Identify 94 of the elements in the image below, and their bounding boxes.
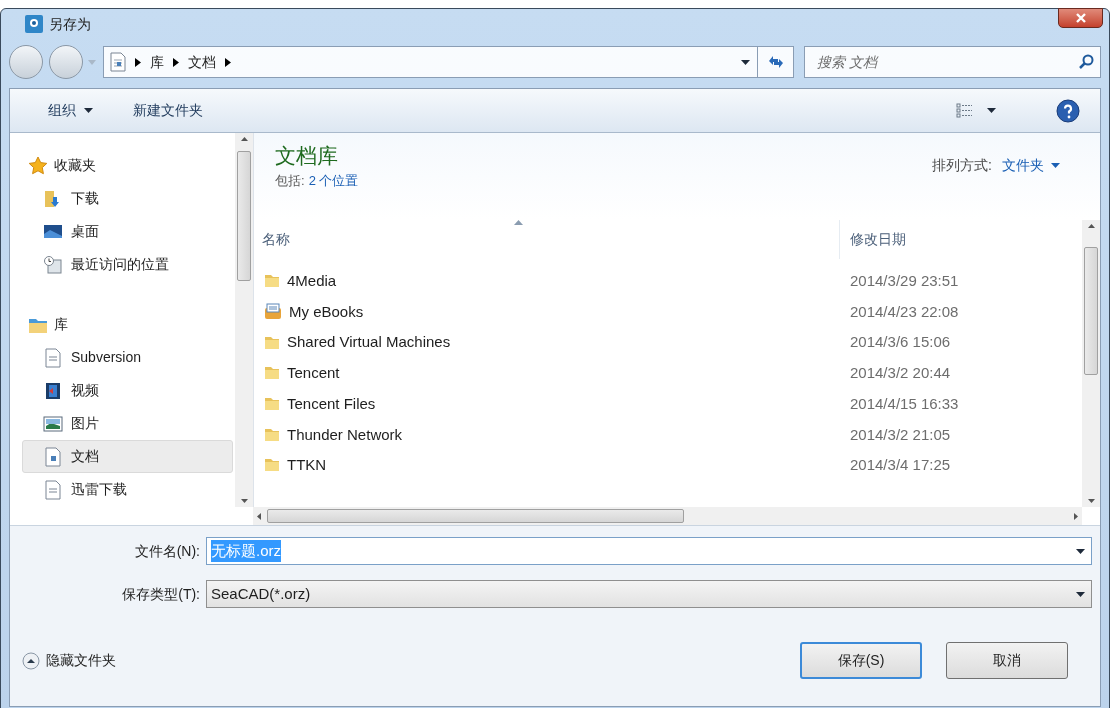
caret-icon <box>740 59 750 65</box>
file-date: 2014/3/2 20:44 <box>849 363 951 384</box>
scroll-up-icon <box>240 137 248 141</box>
scroll-down-icon <box>240 499 248 503</box>
help-icon <box>1056 98 1080 123</box>
sidebar-item[interactable]: 桌面 <box>22 215 233 248</box>
caret-icon <box>1076 548 1085 554</box>
field-label: 文件名(N): <box>133 541 201 561</box>
star-icon <box>28 155 48 176</box>
dialog-button[interactable]: 取消 <box>946 642 1068 679</box>
file-row[interactable]: Shared Virtual Machines 2014/3/6 15:06 <box>254 327 1082 359</box>
address-bar[interactable]: 库 文档 <box>103 46 794 78</box>
file-type-dropdown[interactable]: SeaCAD(*.orz) <box>206 580 1092 608</box>
scroll-thumb[interactable] <box>237 151 251 281</box>
sidebar-item[interactable]: 最近访问的位置 <box>22 248 233 281</box>
picture-frame-icon <box>43 413 63 434</box>
refresh-icon <box>766 54 785 70</box>
hide-folders-toggle[interactable]: 隐藏文件夹 <box>22 650 116 671</box>
sidebar-item[interactable]: 下载 <box>22 182 233 215</box>
scroll-up-icon <box>1087 224 1095 228</box>
file-name: TTKN <box>287 455 327 476</box>
file-row[interactable]: TTKN 2014/3/4 17:25 <box>254 450 1082 481</box>
column-header[interactable]: 修改日期 <box>840 220 1082 259</box>
arrange-label: 排列方式: <box>932 156 992 175</box>
file-date: 2014/4/23 22:08 <box>849 301 959 322</box>
chevron-icon <box>135 57 141 67</box>
file-row[interactable]: My eBooks 2014/4/23 22:08 <box>254 296 1082 328</box>
library-icon <box>264 303 282 322</box>
forward-button[interactable] <box>49 45 83 79</box>
back-button[interactable] <box>9 45 43 79</box>
sidebar-item[interactable]: 文档 <box>22 440 233 473</box>
close-button[interactable] <box>1058 8 1103 28</box>
close-icon <box>1075 13 1086 23</box>
sidebar-item[interactable]: Subversion <box>22 341 233 374</box>
file-row[interactable]: 4Media 2014/3/29 23:51 <box>254 266 1082 297</box>
film-icon <box>43 380 63 401</box>
locations-link[interactable]: 2 个位置 <box>308 171 359 191</box>
field-label: 保存类型(T): <box>121 584 201 604</box>
caret-icon <box>1051 163 1060 168</box>
includes-label: 包括: <box>275 172 305 190</box>
file-name: Thunder Network <box>287 424 403 445</box>
toolbar-button[interactable]: 组织 <box>48 100 93 121</box>
file-date: 2014/4/15 16:33 <box>849 393 959 414</box>
file-name: Tencent Files <box>287 393 376 414</box>
scroll-down-icon <box>1087 499 1095 503</box>
search-icon <box>1078 54 1094 70</box>
file-row[interactable]: Tencent 2014/3/2 20:44 <box>254 358 1082 389</box>
file-name: My eBooks <box>289 301 364 322</box>
scroll-thumb[interactable] <box>267 509 684 523</box>
sort-arrow-icon <box>514 220 523 225</box>
caret-icon <box>1076 591 1085 597</box>
history-caret-icon <box>88 59 96 65</box>
sidebar-group[interactable]: 库 <box>22 308 233 341</box>
scrollbar[interactable] <box>1082 220 1100 507</box>
toolbar-button[interactable]: 新建文件夹 <box>133 100 203 121</box>
sidebar-item[interactable]: 迅雷下载 <box>22 473 233 506</box>
scrollbar[interactable] <box>253 507 1082 525</box>
chevron-icon <box>173 57 179 67</box>
file-name: Tencent <box>287 363 340 384</box>
dialog-button[interactable]: 保存(S) <box>800 642 922 679</box>
scroll-thumb[interactable] <box>1084 247 1098 375</box>
document-icon <box>110 52 126 72</box>
window-title: 另存为 <box>49 14 91 34</box>
file-date: 2014/3/6 15:06 <box>849 332 951 353</box>
file-name: 4Media <box>287 271 337 292</box>
document-icon <box>43 479 63 500</box>
scroll-right-icon <box>1074 512 1078 520</box>
chevron-icon <box>225 57 231 67</box>
breadcrumb-item[interactable]: 文档 <box>188 51 216 73</box>
recent-places-icon <box>43 254 63 275</box>
column-header[interactable]: 名称 <box>254 220 840 259</box>
search-field[interactable]: 搜索 文档 <box>804 46 1101 78</box>
caret-icon <box>987 108 996 113</box>
details-view-icon <box>956 102 973 119</box>
file-name: Shared Virtual Machines <box>287 332 451 353</box>
document-icon <box>43 446 63 467</box>
scrollbar[interactable] <box>235 133 253 507</box>
file-row[interactable]: Thunder Network 2014/3/2 21:05 <box>254 419 1082 451</box>
breadcrumb-item[interactable]: 库 <box>150 51 164 73</box>
view-button[interactable] <box>956 102 996 119</box>
file-date: 2014/3/29 23:51 <box>849 271 959 292</box>
sidebar-item[interactable]: 图片 <box>22 407 233 440</box>
sidebar-group[interactable]: 收藏夹 <box>22 149 233 182</box>
document-icon <box>43 347 63 368</box>
collapse-icon <box>22 651 40 670</box>
library-title: 文档库 <box>275 143 339 169</box>
file-row[interactable]: Tencent Files 2014/4/15 16:33 <box>254 388 1082 420</box>
sidebar-item[interactable]: 视频 <box>22 374 233 407</box>
arrange-dropdown[interactable]: 文件夹 <box>1002 155 1060 176</box>
file-date: 2014/3/4 17:25 <box>849 455 951 476</box>
scroll-left-icon <box>257 512 261 520</box>
caret-icon <box>84 108 93 113</box>
app-icon <box>25 15 43 33</box>
file-date: 2014/3/2 21:05 <box>849 424 951 445</box>
